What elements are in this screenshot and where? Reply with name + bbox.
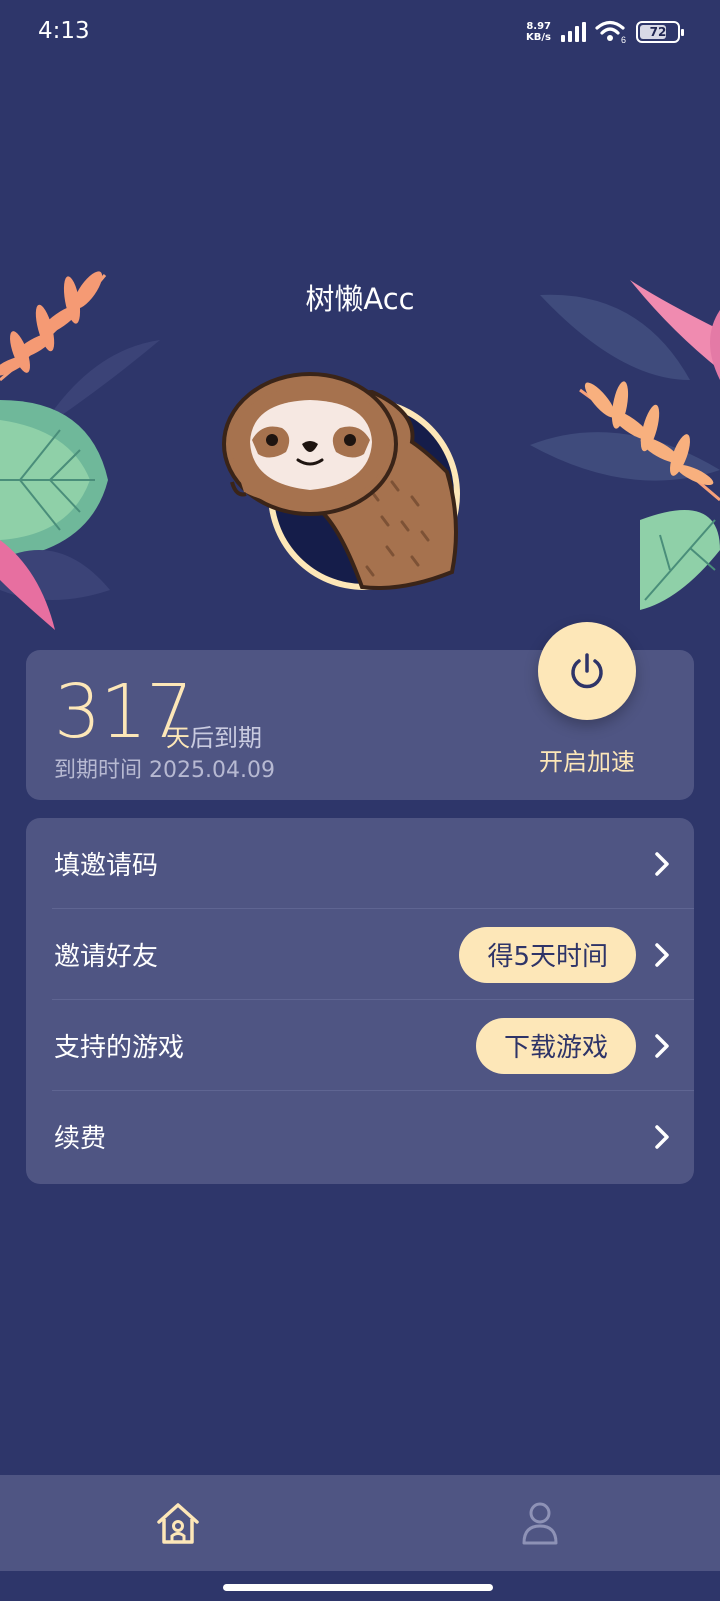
power-icon (571, 653, 603, 689)
sloth-mascot-logo (222, 372, 460, 590)
chevron-right-icon (655, 1033, 669, 1058)
status-bar: 4:13 8.97 KB/s 6 72 (0, 0, 720, 70)
network-speed-unit: KB/s (526, 32, 551, 43)
menu-item-supported-games[interactable]: 支持的游戏 下载游戏 (26, 1000, 694, 1091)
reward-badge[interactable]: 得5天时间 (459, 926, 636, 983)
chevron-right-icon (655, 1124, 669, 1149)
menu-item-enter-invite-code[interactable]: 填邀请码 (26, 818, 694, 909)
subscription-card: 317 天后到期 到期时间 2025.04.09 开启加速 (26, 622, 694, 800)
chevron-right-icon (655, 851, 669, 876)
leaves-left-decoration (0, 271, 160, 630)
battery-percent: 72 (649, 25, 667, 39)
menu-list: 填邀请码 邀请好友 得5天时间 支持的游戏 下载游戏 续费 (26, 818, 694, 1184)
network-speed: 8.97 KB/s (526, 21, 551, 43)
menu-item-label: 填邀请码 (54, 851, 159, 881)
days-remaining-label: 天后到期 (166, 718, 262, 753)
expiry-date: 到期时间 2025.04.09 (54, 758, 275, 783)
status-icons: 8.97 KB/s 6 72 (526, 20, 684, 44)
menu-item-label: 支持的游戏 (54, 1033, 185, 1063)
gesture-bar[interactable] (223, 1584, 493, 1591)
download-games-badge[interactable]: 下载游戏 (475, 1017, 636, 1074)
leaves-right-decoration (530, 280, 720, 610)
wifi-label: 6 (621, 35, 626, 44)
days-suffix: 后到期 (190, 724, 262, 752)
menu-item-label: 续费 (54, 1124, 107, 1154)
wifi-icon: 6 (595, 20, 626, 44)
signal-icon (561, 22, 586, 42)
battery-icon: 72 (636, 21, 684, 43)
bottom-navigation (0, 1475, 720, 1571)
menu-item-invite-friends[interactable]: 邀请好友 得5天时间 (26, 909, 694, 1000)
power-button[interactable] (538, 622, 636, 720)
nav-profile-tab[interactable] (510, 1493, 570, 1553)
home-icon (157, 1503, 199, 1544)
menu-item-label: 邀请好友 (54, 942, 159, 972)
nav-home-tab[interactable] (148, 1493, 208, 1553)
profile-icon (522, 1502, 558, 1545)
app-screen: 4:13 8.97 KB/s 6 72 树懒Acc 317 天后到期 到期时间 … (0, 0, 720, 1601)
start-boost-label[interactable]: 开启加速 (516, 742, 658, 777)
app-title: 树懒Acc (305, 282, 415, 316)
chevron-right-icon (655, 942, 669, 967)
network-speed-value: 8.97 (526, 21, 551, 32)
status-time: 4:13 (38, 18, 90, 44)
days-unit: 天 (166, 724, 190, 752)
menu-item-renew[interactable]: 续费 (26, 1091, 694, 1182)
